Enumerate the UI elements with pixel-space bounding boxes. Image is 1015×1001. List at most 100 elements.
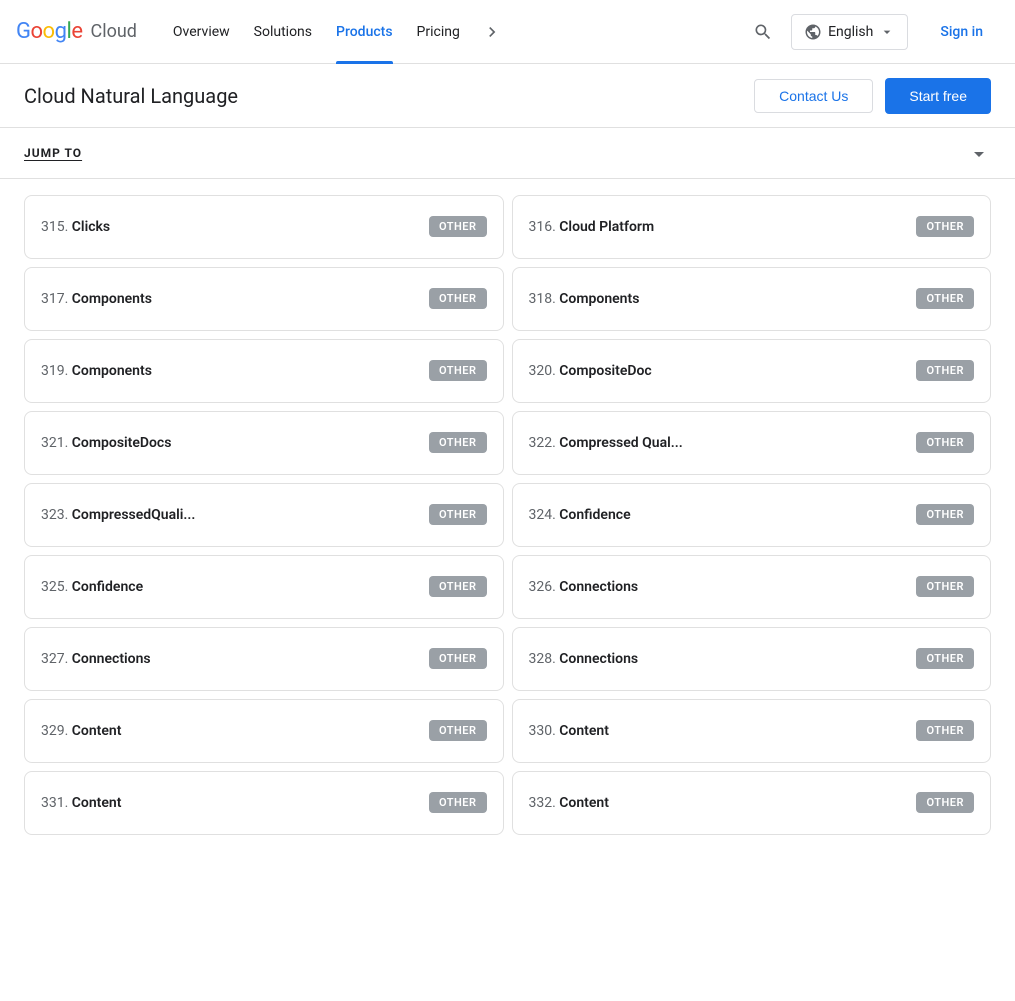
item-label: 323. CompressedQuali... [41,507,195,523]
other-badge: OTHER [429,288,487,309]
item-card[interactable]: 329. Content OTHER [24,699,504,763]
item-name: Connections [72,651,151,667]
item-label: 332. Content [529,795,609,811]
item-number: 322. [529,435,560,451]
search-button[interactable] [743,12,783,52]
other-badge: OTHER [916,504,974,525]
item-label: 324. Confidence [529,507,631,523]
item-label: 325. Confidence [41,579,143,595]
item-name: Confidence [559,507,630,523]
other-badge: OTHER [916,792,974,813]
item-label: 316. Cloud Platform [529,219,655,235]
nav-link-overview[interactable]: Overview [161,0,242,64]
nav-link-products[interactable]: Products [324,0,405,64]
item-card[interactable]: 319. ComponentsOTHER [24,339,504,403]
other-badge: OTHER [916,288,974,309]
other-badge: OTHER [429,504,487,525]
item-card[interactable]: 332. Content OTHER [512,771,992,835]
contact-us-button[interactable]: Contact Us [754,79,873,113]
item-card[interactable]: 328. Connections OTHER [512,627,992,691]
other-badge: OTHER [916,216,974,237]
item-name: Components [559,291,639,307]
language-selector[interactable]: English [791,14,908,50]
item-label: 315. Clicks [41,219,110,235]
item-label: 318. Components [529,291,640,307]
item-number: 328. [529,651,560,667]
item-card[interactable]: 318. Components OTHER [512,267,992,331]
sub-header: Cloud Natural Language Contact Us Start … [0,64,1015,128]
item-label: 320. CompositeDoc [529,363,652,379]
item-card[interactable]: 330. ContentOTHER [512,699,992,763]
nav-more-button[interactable] [480,20,504,44]
item-card[interactable]: 325. Confidence OTHER [24,555,504,619]
item-label: 327. Connections [41,651,151,667]
main-content: 315. Clicks OTHER 316. Cloud Platform OTHER… [0,179,1015,851]
other-badge: OTHER [916,648,974,669]
item-label: 326. Connections [529,579,639,595]
top-navigation: Google Cloud OverviewSolutionsProductsPr… [0,0,1015,64]
item-card[interactable]: 322. Compressed Qual... OTHER [512,411,992,475]
google-logo: Google [16,19,82,44]
item-number: 332. [529,795,560,811]
item-card[interactable]: 317. Components OTHER [24,267,504,331]
item-card[interactable]: 315. Clicks OTHER [24,195,504,259]
item-name: CompositeDocs [72,435,172,451]
item-label: 330. Content [529,723,609,739]
logo[interactable]: Google Cloud [16,19,137,44]
nav-link-solutions[interactable]: Solutions [242,0,324,64]
item-name: CompositeDoc [559,363,651,379]
item-number: 315. [41,219,72,235]
item-card[interactable]: 327. Connections OTHER [24,627,504,691]
item-number: 319. [41,363,72,379]
item-card[interactable]: 320. CompositeDoc OTHER [512,339,992,403]
other-badge: OTHER [429,648,487,669]
other-badge: OTHER [916,432,974,453]
item-name: Clicks [72,219,110,235]
other-badge: OTHER [429,216,487,237]
item-card[interactable]: 331. ContentOTHER [24,771,504,835]
item-card[interactable]: 316. Cloud Platform OTHER [512,195,992,259]
item-card[interactable]: 326. Connections OTHER [512,555,992,619]
sign-in-button[interactable]: Sign in [924,16,999,48]
other-badge: OTHER [429,432,487,453]
other-badge: OTHER [916,576,974,597]
item-name: Content [559,723,609,739]
item-name: Components [72,291,152,307]
other-badge: OTHER [916,360,974,381]
item-label: 329. Content [41,723,121,739]
item-name: Cloud Platform [559,219,654,235]
item-name: Content [72,723,122,739]
item-name: Content [72,795,122,811]
cloud-logo-text: Cloud [90,21,136,42]
item-number: 330. [529,723,560,739]
page-title: Cloud Natural Language [24,84,754,108]
item-number: 323. [41,507,72,523]
item-label: 328. Connections [529,651,639,667]
start-free-button[interactable]: Start free [885,78,991,114]
item-card[interactable]: 321. CompositeDocs OTHER [24,411,504,475]
item-label: 321. CompositeDocs [41,435,171,451]
item-number: 327. [41,651,72,667]
nav-links: OverviewSolutionsProductsPricing [161,0,472,64]
item-number: 321. [41,435,72,451]
other-badge: OTHER [429,360,487,381]
jump-to-label: JUMP TO [24,146,82,160]
item-name: Connections [559,579,638,595]
other-badge: OTHER [429,576,487,597]
jump-to-bar[interactable]: JUMP TO [0,128,1015,179]
item-number: 317. [41,291,72,307]
other-badge: OTHER [429,720,487,741]
item-card[interactable]: 324. Confidence OTHER [512,483,992,547]
item-number: 329. [41,723,72,739]
item-name: Compressed Qual... [559,435,682,451]
item-number: 320. [529,363,560,379]
item-label: 322. Compressed Qual... [529,435,683,451]
items-grid: 315. Clicks OTHER 316. Cloud Platform OTHER… [24,195,991,835]
item-label: 331. Content [41,795,121,811]
language-label: English [828,24,873,40]
item-number: 325. [41,579,72,595]
item-number: 318. [529,291,560,307]
item-card[interactable]: 323. CompressedQuali... OTHER [24,483,504,547]
nav-link-pricing[interactable]: Pricing [405,0,472,64]
item-number: 316. [529,219,560,235]
